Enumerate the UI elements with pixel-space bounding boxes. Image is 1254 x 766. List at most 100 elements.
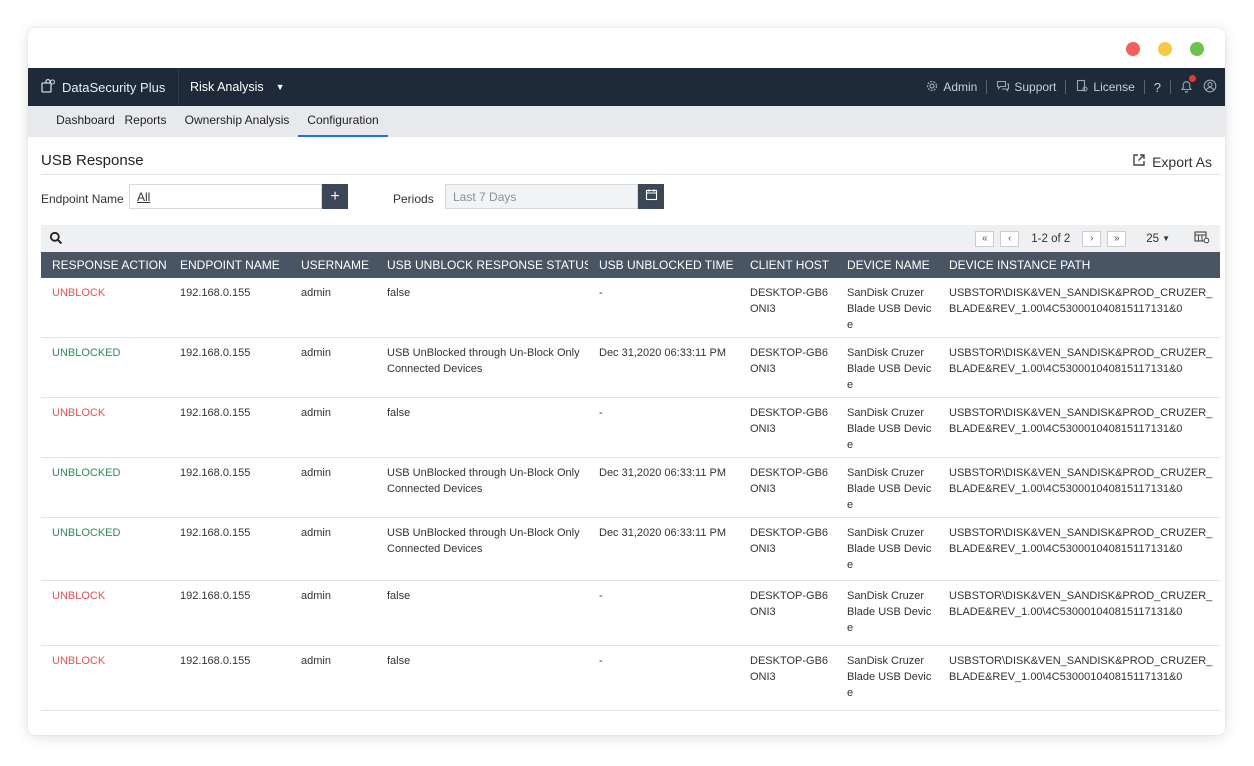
username-cell: admin (290, 517, 376, 581)
notification-button[interactable] (1180, 74, 1196, 96)
username-cell: admin (290, 580, 376, 646)
admin-link[interactable]: Admin (925, 79, 977, 96)
column-header[interactable]: USB UNBLOCK RESPONSE STATUS (376, 252, 588, 278)
table-row: UNBLOCK 192.168.0.155 admin false - DESK… (41, 580, 1220, 646)
export-button[interactable]: Export As (1132, 153, 1212, 170)
column-header[interactable]: DEVICE NAME (836, 252, 938, 278)
device-cell: SanDisk Cruzer Blade USB Device (836, 580, 938, 646)
device-cell: SanDisk Cruzer Blade USB Device (836, 337, 938, 398)
tab-reports[interactable]: Reports (118, 106, 173, 137)
help-icon[interactable]: ? (1154, 80, 1161, 95)
maximize-window-button[interactable] (1190, 42, 1204, 56)
brand-divider (178, 68, 179, 106)
path-cell: USBSTOR\DISK&VEN_SANDISK&PROD_CRUZER_BLA… (938, 580, 1220, 646)
license-link[interactable]: License (1075, 79, 1135, 96)
caret-down-icon: ▼ (275, 82, 285, 92)
table-row: UNBLOCKED 192.168.0.155 admin USB UnBloc… (41, 517, 1220, 581)
time-cell: - (588, 397, 739, 458)
page-title: USB Response (41, 152, 144, 169)
device-cell: SanDisk Cruzer Blade USB Device (836, 278, 938, 338)
divider (1170, 80, 1171, 94)
host-cell: DESKTOP-GB6ONI3 (739, 645, 836, 711)
tab-bar: Dashboard Reports Ownership Analysis Con… (28, 106, 1225, 137)
page-size-value: 25 (1146, 232, 1160, 245)
double-chevron-right-icon: » (1114, 233, 1120, 244)
column-header[interactable]: USERNAME (290, 252, 376, 278)
tab-ownership-analysis[interactable]: Ownership Analysis (180, 106, 294, 137)
endpoint-cell: 192.168.0.155 (169, 645, 290, 711)
table-row: UNBLOCK 192.168.0.155 admin false - DESK… (41, 397, 1220, 458)
time-cell: Dec 31,2020 06:33:11 PM (588, 517, 739, 581)
table-row: UNBLOCKED 192.168.0.155 admin USB UnBloc… (41, 457, 1220, 518)
host-cell: DESKTOP-GB6ONI3 (739, 397, 836, 458)
username-cell: admin (290, 457, 376, 518)
brand-name: DataSecurity Plus (62, 79, 166, 95)
support-link[interactable]: Support (996, 79, 1056, 96)
export-label: Export As (1152, 153, 1212, 170)
response-action-link[interactable]: UNBLOCK (41, 278, 169, 338)
status-cell: USB UnBlocked through Un-Block Only Conn… (376, 337, 588, 398)
response-action-cell: UNBLOCKED (41, 457, 169, 518)
datasecurity-logo-icon (40, 78, 56, 97)
periods-label: Periods (393, 192, 434, 206)
user-profile-icon[interactable] (1203, 79, 1217, 96)
calendar-button[interactable] (638, 184, 664, 209)
last-page-button[interactable]: » (1107, 230, 1127, 247)
close-window-button[interactable] (1126, 42, 1140, 56)
time-cell: Dec 31,2020 06:33:11 PM (588, 337, 739, 398)
next-page-button[interactable]: › (1082, 230, 1102, 247)
username-cell: admin (290, 645, 376, 711)
divider (986, 80, 988, 94)
username-cell: admin (290, 337, 376, 398)
time-cell: Dec 31,2020 06:33:11 PM (588, 457, 739, 518)
double-chevron-left-icon: « (982, 233, 988, 244)
column-header[interactable]: USB UNBLOCKED TIME (588, 252, 739, 278)
device-cell: SanDisk Cruzer Blade USB Device (836, 457, 938, 518)
prev-page-button[interactable]: ‹ (1000, 230, 1020, 247)
chevron-right-icon: › (1090, 233, 1094, 244)
first-page-button[interactable]: « (975, 230, 995, 247)
add-endpoint-button[interactable]: + (322, 184, 348, 209)
column-header[interactable]: ENDPOINT NAME (169, 252, 290, 278)
column-header[interactable]: RESPONSE ACTION (41, 252, 169, 278)
device-cell: SanDisk Cruzer Blade USB Device (836, 645, 938, 711)
chat-icon (996, 79, 1010, 96)
search-icon[interactable] (49, 231, 63, 248)
gear-icon (925, 79, 939, 96)
table-toolbar: « ‹ 1-2 of 2 › » 25 ▼ (41, 225, 1220, 252)
time-cell: - (588, 645, 739, 711)
page-size-select[interactable]: 25 ▼ (1146, 233, 1170, 245)
table-row: UNBLOCK 192.168.0.155 admin false - DESK… (41, 645, 1220, 711)
response-action-link[interactable]: UNBLOCK (41, 580, 169, 646)
support-label: Support (1014, 80, 1057, 94)
plus-icon: + (330, 187, 340, 205)
status-cell: false (376, 580, 588, 646)
app-header: DataSecurity Plus Risk Analysis ▼ Admin … (28, 68, 1225, 106)
pager: « ‹ 1-2 of 2 › » 25 ▼ (975, 225, 1220, 252)
username-cell: admin (290, 278, 376, 338)
periods-field[interactable]: Last 7 Days (445, 184, 638, 209)
status-cell: false (376, 278, 588, 338)
response-action-cell: UNBLOCKED (41, 337, 169, 398)
column-header[interactable]: DEVICE INSTANCE PATH (938, 252, 1220, 278)
status-cell: USB UnBlocked through Un-Block Only Conn… (376, 517, 588, 581)
path-cell: USBSTOR\DISK&VEN_SANDISK&PROD_CRUZER_BLA… (938, 517, 1220, 581)
path-cell: USBSTOR\DISK&VEN_SANDISK&PROD_CRUZER_BLA… (938, 397, 1220, 458)
module-selector[interactable]: Risk Analysis ▼ (190, 68, 285, 106)
export-icon (1132, 153, 1146, 170)
path-cell: USBSTOR\DISK&VEN_SANDISK&PROD_CRUZER_BLA… (938, 645, 1220, 711)
endpoint-cell: 192.168.0.155 (169, 457, 290, 518)
license-icon (1075, 79, 1089, 96)
endpoint-name-field[interactable]: All (129, 184, 322, 209)
response-action-link[interactable]: UNBLOCK (41, 645, 169, 711)
host-cell: DESKTOP-GB6ONI3 (739, 337, 836, 398)
brand[interactable]: DataSecurity Plus (40, 68, 165, 106)
host-cell: DESKTOP-GB6ONI3 (739, 517, 836, 581)
minimize-window-button[interactable] (1158, 42, 1172, 56)
path-cell: USBSTOR\DISK&VEN_SANDISK&PROD_CRUZER_BLA… (938, 457, 1220, 518)
column-settings-icon[interactable] (1194, 230, 1210, 247)
usb-response-table: RESPONSE ACTION ENDPOINT NAME USERNAME U… (41, 252, 1220, 711)
response-action-link[interactable]: UNBLOCK (41, 397, 169, 458)
column-header[interactable]: CLIENT HOST (739, 252, 836, 278)
tab-configuration[interactable]: Configuration (298, 106, 388, 137)
